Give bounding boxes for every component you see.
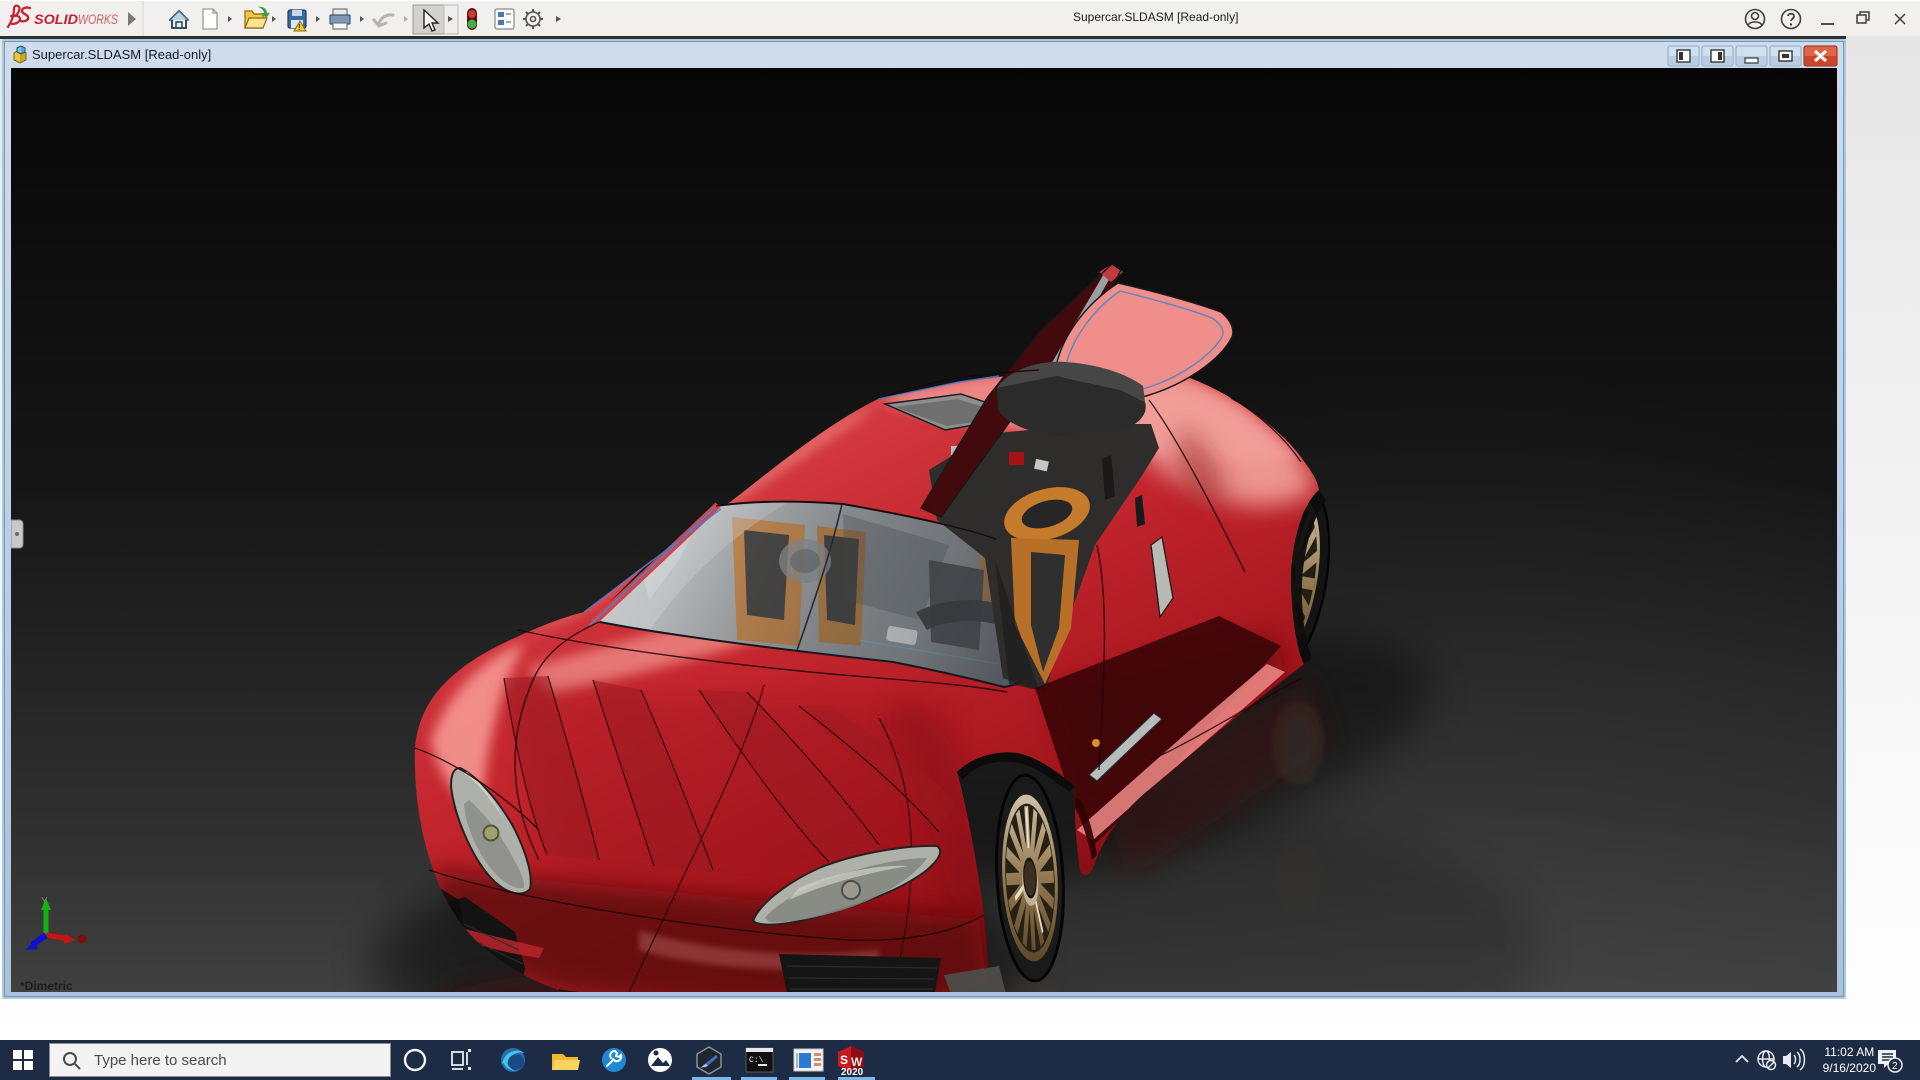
svg-text:Y: Y <box>41 896 48 907</box>
svg-text:SOLID: SOLID <box>34 11 78 27</box>
svg-text:*Dimetric: *Dimetric <box>20 979 73 992</box>
svg-text:2020: 2020 <box>841 1067 864 1078</box>
svg-text:C:\: C:\ <box>749 1056 764 1065</box>
svg-text:2: 2 <box>1892 1061 1898 1072</box>
svg-text:WORKS: WORKS <box>78 11 119 27</box>
svg-text:!: ! <box>298 23 301 32</box>
svg-text:S: S <box>840 1053 848 1067</box>
